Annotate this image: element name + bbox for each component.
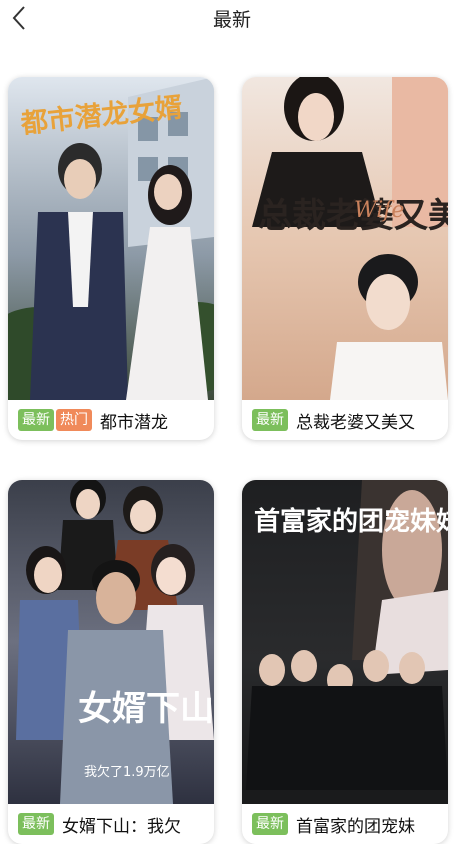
poster-image: 女婿下山 我欠了1.9万亿 bbox=[8, 480, 214, 804]
svg-text:女婿下山: 女婿下山 bbox=[78, 689, 214, 729]
drama-card[interactable]: 总裁老婆又美又飒 Wife 最新 总裁老婆又美又 bbox=[242, 77, 448, 440]
card-caption: 最新 总裁老婆又美又 bbox=[242, 400, 448, 440]
svg-text:Wife: Wife bbox=[354, 198, 404, 223]
svg-text:首富家的团宠妹妹: 首富家的团宠妹妹 bbox=[254, 506, 448, 537]
card-caption: 最新 热门 都市潜龙 bbox=[8, 400, 214, 440]
drama-card[interactable]: 首富家的团宠妹妹 最新 首富家的团宠妹 bbox=[242, 480, 448, 844]
card-caption: 最新 女婿下山：我欠 bbox=[8, 804, 214, 844]
badge-new: 最新 bbox=[252, 813, 288, 835]
card-title: 都市潜龙 bbox=[100, 412, 168, 433]
top-bar: 最新 bbox=[0, 0, 464, 40]
card-title: 首富家的团宠妹 bbox=[296, 816, 415, 837]
badge-new: 最新 bbox=[252, 409, 288, 431]
drama-card[interactable]: 女婿下山 我欠了1.9万亿 最新 女婿下山：我欠 bbox=[8, 480, 214, 844]
page-title: 最新 bbox=[212, 9, 251, 31]
drama-card[interactable]: 都市潜龙女婿 最新 热门 都市潜龙 bbox=[8, 77, 214, 440]
badge-new: 最新 bbox=[18, 409, 54, 431]
poster-image: 都市潜龙女婿 bbox=[8, 77, 214, 400]
card-title: 总裁老婆又美又 bbox=[296, 412, 415, 433]
poster-image: 首富家的团宠妹妹 bbox=[242, 480, 448, 804]
poster-image: 总裁老婆又美又飒 Wife bbox=[242, 77, 448, 400]
svg-text:总裁老婆又美又飒: 总裁老婆又美又飒 bbox=[258, 196, 448, 236]
card-title: 女婿下山：我欠 bbox=[62, 816, 181, 837]
svg-text:我欠了1.9万亿: 我欠了1.9万亿 bbox=[84, 764, 170, 780]
badge-hot: 热门 bbox=[56, 409, 92, 431]
badge-new: 最新 bbox=[18, 813, 54, 835]
card-caption: 最新 首富家的团宠妹 bbox=[242, 804, 448, 844]
